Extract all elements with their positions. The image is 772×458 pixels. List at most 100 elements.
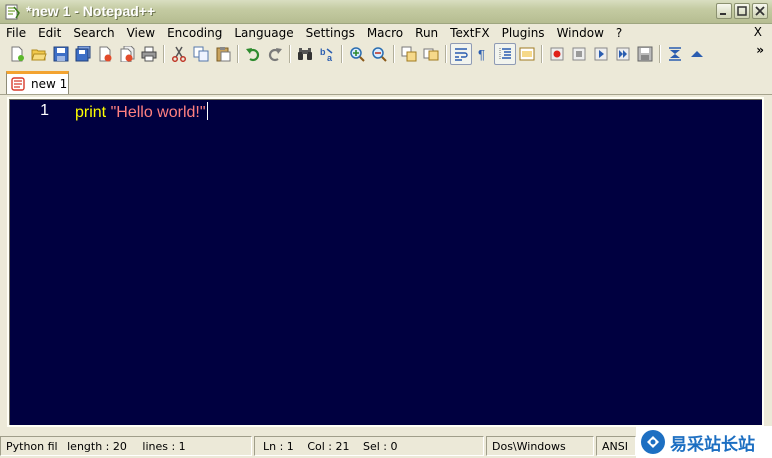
unsaved-document-icon <box>11 77 25 91</box>
save-icon <box>53 46 69 62</box>
redo-icon <box>268 48 282 62</box>
close-file-button[interactable] <box>94 43 116 65</box>
menu-window[interactable]: Window <box>551 25 610 41</box>
status-col: Col : 21 <box>307 439 350 453</box>
menu-textfx[interactable]: TextFX <box>444 25 495 41</box>
code-line[interactable]: print "Hello world!" <box>75 102 208 122</box>
tab-new-1[interactable]: new 1 <box>6 71 69 94</box>
save-button[interactable] <box>50 43 72 65</box>
toolbar-separator <box>341 45 343 63</box>
undo-icon <box>246 48 260 62</box>
close-all-button[interactable] <box>116 43 138 65</box>
cut-button[interactable] <box>168 43 190 65</box>
play-macro-button[interactable] <box>590 43 612 65</box>
keyword-token: print <box>75 104 107 121</box>
stop-icon <box>572 47 586 61</box>
watermark: 易采站长站 <box>636 426 772 458</box>
toolbar-separator <box>237 45 239 63</box>
sync-vertical-scroll-icon <box>401 46 417 62</box>
svg-text:b: b <box>320 47 326 57</box>
status-encoding[interactable]: ANSI <box>596 435 636 456</box>
toolbar-overflow-chevron[interactable]: » <box>756 43 764 57</box>
word-wrap-button[interactable] <box>450 43 472 65</box>
toolbar-separator <box>659 45 661 63</box>
stop-record-button[interactable] <box>568 43 590 65</box>
record-macro-button[interactable] <box>546 43 568 65</box>
unfold-icon <box>691 51 703 57</box>
code-editor[interactable]: 1 print "Hello world!" <box>7 97 764 427</box>
menu-run[interactable]: Run <box>409 25 444 41</box>
save-macro-button[interactable] <box>634 43 656 65</box>
replace-button[interactable]: ba <box>316 43 338 65</box>
svg-text:a: a <box>327 53 333 62</box>
menu-settings[interactable]: Settings <box>300 25 361 41</box>
zoom-out-button[interactable] <box>368 43 390 65</box>
record-icon <box>550 47 564 61</box>
paste-button[interactable] <box>212 43 234 65</box>
toolbar-separator <box>541 45 543 63</box>
sync-vertical-button[interactable] <box>398 43 420 65</box>
cut-icon <box>171 46 187 62</box>
menu-macro[interactable]: Macro <box>361 25 409 41</box>
status-sel: Sel : 0 <box>362 439 398 453</box>
close-file-icon <box>99 46 112 62</box>
doc-map-button[interactable] <box>516 43 538 65</box>
status-length: length : 20 <box>67 439 127 453</box>
document-map-icon <box>519 47 535 61</box>
zoom-in-button[interactable] <box>346 43 368 65</box>
svg-text:¶: ¶ <box>478 47 485 62</box>
menu-plugins[interactable]: Plugins <box>496 25 551 41</box>
toolbar-separator <box>393 45 395 63</box>
close-document-button[interactable]: X <box>754 24 762 41</box>
word-wrap-icon <box>455 48 468 61</box>
save-all-button[interactable] <box>72 43 94 65</box>
fold-all-icon <box>669 47 681 61</box>
text-caret <box>206 102 208 120</box>
show-all-chars-button[interactable]: ¶ <box>472 43 494 65</box>
maximize-button[interactable] <box>734 3 750 19</box>
run-macro-multiple-button[interactable] <box>612 43 634 65</box>
menu-search[interactable]: Search <box>67 25 120 41</box>
toolbar-separator <box>445 45 447 63</box>
minimize-button[interactable] <box>716 3 732 19</box>
copy-icon <box>193 46 209 62</box>
status-lines: lines : 1 <box>142 439 186 453</box>
menu-language[interactable]: Language <box>228 25 299 41</box>
menu-encoding[interactable]: Encoding <box>161 25 228 41</box>
menu-edit[interactable]: Edit <box>32 25 67 41</box>
menu-help[interactable]: ? <box>610 25 628 41</box>
status-eol[interactable]: Dos\Windows <box>486 435 594 456</box>
menu-file[interactable]: File <box>0 25 32 41</box>
menu-bar: File Edit Search View Encoding Language … <box>0 24 772 42</box>
new-file-icon <box>11 46 24 62</box>
unfold-button[interactable] <box>686 43 708 65</box>
new-file-button[interactable] <box>6 43 28 65</box>
pilcrow-icon: ¶ <box>478 47 485 62</box>
close-window-button[interactable] <box>752 3 768 19</box>
copy-button[interactable] <box>190 43 212 65</box>
print-button[interactable] <box>138 43 160 65</box>
open-file-icon <box>31 49 47 61</box>
window-title: *new 1 - Notepad++ <box>26 3 156 19</box>
find-button[interactable] <box>294 43 316 65</box>
status-file-info: Python fil length : 20 lines : 1 <box>0 435 252 456</box>
sync-horizontal-scroll-icon <box>423 48 439 61</box>
redo-button[interactable] <box>264 43 286 65</box>
indent-guide-button[interactable] <box>494 43 516 65</box>
notepadpp-app-icon[interactable] <box>4 4 20 20</box>
toolbar-separator <box>289 45 291 63</box>
toolbar: ba ¶ » <box>0 42 772 66</box>
binoculars-icon <box>298 48 312 60</box>
menu-view[interactable]: View <box>121 25 161 41</box>
watermark-text: 易采站长站 <box>670 434 755 455</box>
sync-horizontal-button[interactable] <box>420 43 442 65</box>
zoom-in-icon <box>350 47 365 62</box>
status-language: Python fil <box>6 439 58 453</box>
open-file-button[interactable] <box>28 43 50 65</box>
maximize-icon <box>737 6 747 16</box>
toolbar-separator <box>163 45 165 63</box>
fold-all-button[interactable] <box>664 43 686 65</box>
title-bar[interactable]: *new 1 - Notepad++ <box>0 0 772 24</box>
close-icon <box>755 6 765 16</box>
undo-button[interactable] <box>242 43 264 65</box>
